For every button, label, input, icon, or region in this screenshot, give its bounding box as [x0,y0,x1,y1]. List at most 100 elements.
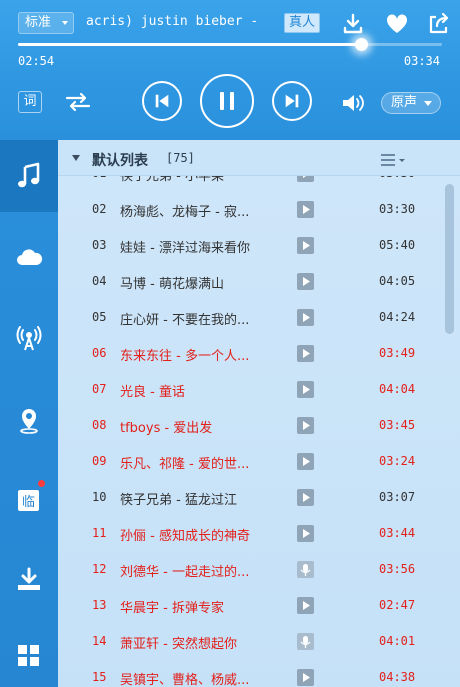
svg-text:临: 临 [22,495,35,510]
track-number: 13 [92,598,107,612]
sidebar-item-radio[interactable] [0,302,58,374]
track-number: 07 [92,382,107,396]
time-total: 03:34 [403,54,440,68]
chevron-down-icon [424,101,432,106]
mv-icon[interactable] [297,237,314,254]
track-duration: 03:44 [379,526,416,540]
music-icon [18,162,40,188]
sidebar-item-temp-list[interactable]: 临 [0,464,58,536]
sidebar-item-music[interactable] [0,140,58,212]
track-title: 光良 - 童话 [120,385,185,400]
mv-icon[interactable] [297,381,314,398]
track-title: 华晨宇 - 拆弹专家 [120,601,224,616]
mv-icon[interactable] [297,417,314,434]
track-duration: 04:38 [379,670,416,684]
mv-icon[interactable] [297,453,314,470]
progress-handle[interactable] [355,38,369,51]
progress-fill [18,43,362,46]
playlist-row[interactable]: 03 娃娃 - 漂洋过海来看你 05:40 [58,228,438,264]
track-duration: 03:07 [379,490,416,504]
track-title: 乐凡、祁隆 - 爱的世... [120,457,250,472]
track-number: 06 [92,346,107,360]
audio-icon[interactable] [297,561,314,578]
quality-dropdown[interactable]: 标准 [18,12,74,34]
track-title: 杨海彪、龙梅子 - 寂... [120,205,250,220]
next-icon [285,94,299,108]
sidebar-item-location[interactable] [0,384,58,456]
track-number: 08 [92,418,107,432]
track-duration: 05:40 [379,238,416,252]
track-duration: 04:05 [379,274,416,288]
next-button[interactable] [272,81,312,121]
progress-bar[interactable] [18,38,442,51]
sidebar-item-apps[interactable] [0,620,58,687]
track-title: 孙俪 - 感知成长的神奇 [120,529,250,544]
playlist-rows: 01 筷子兄弟 - 小苹果 03:30 02 杨海彪、龙梅子 - 寂... 03:30 03… [58,176,438,687]
playlist-row[interactable]: 02 杨海彪、龙梅子 - 寂... 03:30 [58,192,438,228]
playlist-row[interactable]: 01 筷子兄弟 - 小苹果 03:30 [58,176,438,192]
playlist-row[interactable]: 07 光良 - 童话 04:04 [58,372,438,408]
playlist-row[interactable]: 10 筷子兄弟 - 猛龙过江 03:07 [58,480,438,516]
playlist-header[interactable]: 默认列表 [75] [58,140,460,176]
shuffle-icon[interactable] [64,90,92,114]
chevron-down-icon [62,21,68,25]
collapse-caret-icon[interactable] [72,155,80,161]
mv-icon[interactable] [297,273,314,290]
scrollbar-thumb[interactable] [445,184,454,334]
mv-icon[interactable] [297,309,314,326]
real-vocal-badge[interactable]: 真人 [284,13,320,33]
playlist-row[interactable]: 13 华晨宇 - 拆弹专家 02:47 [58,588,438,624]
cloud-icon [17,249,43,265]
track-number: 05 [92,310,107,324]
track-number: 02 [92,202,107,216]
track-duration: 04:01 [379,634,416,648]
now-playing-title: acris) justin bieber - [86,14,259,29]
list-menu-icon[interactable] [380,152,406,166]
play-pause-button[interactable] [200,74,254,128]
track-number: 10 [92,490,107,504]
track-title: 筷子兄弟 - 猛龙过江 [120,493,237,508]
share-icon[interactable] [426,11,452,37]
sidebar-item-download[interactable] [0,544,58,616]
volume-icon[interactable] [340,91,368,115]
playlist-row[interactable]: 04 马博 - 萌花爆满山 04:05 [58,264,438,300]
mv-icon[interactable] [297,176,314,182]
playlist-row[interactable]: 11 孙俪 - 感知成长的神奇 03:44 [58,516,438,552]
heart-icon[interactable] [384,11,410,37]
playlist-row[interactable]: 06 东来东往 - 多一个人... 03:49 [58,336,438,372]
playlist-title: 默认列表 [92,153,148,169]
track-title: tfboys - 爱出发 [120,421,213,436]
playlist-row[interactable]: 15 吴镇宇、曹格、杨威... 04:38 [58,660,438,687]
lyrics-button[interactable]: 词 [18,91,42,113]
track-number: 01 [92,176,114,180]
prev-icon [155,94,169,108]
download-icon[interactable] [340,11,366,37]
mv-icon[interactable] [297,525,314,542]
track-duration: 03:49 [379,346,416,360]
prev-button[interactable] [142,81,182,121]
mv-icon[interactable] [297,489,314,506]
track-number: 15 [92,670,107,684]
radio-icon [16,326,42,351]
playlist-row[interactable]: 05 庄心妍 - 不要在我的... 04:24 [58,300,438,336]
quality-label: 标准 [25,15,52,30]
playlist-row[interactable]: 08 tfboys - 爱出发 03:45 [58,408,438,444]
mv-icon[interactable] [297,201,314,218]
playlist-row[interactable]: 14 萧亚轩 - 突然想起你 04:01 [58,624,438,660]
scrollbar[interactable] [438,176,460,687]
audio-icon[interactable] [297,633,314,650]
sidebar-item-cloud[interactable] [0,222,58,294]
track-title: 东来东往 - 多一个人... [120,349,250,364]
temp-list-icon: 临 [18,490,39,511]
mv-icon[interactable] [297,597,314,614]
playlist-row[interactable]: 12 刘德华 - 一起走过的... 03:56 [58,552,438,588]
playlist-count: [75] [166,151,195,165]
mv-icon[interactable] [297,345,314,362]
track-duration: 04:24 [379,310,416,324]
playlist-row[interactable]: 09 乐凡、祁隆 - 爱的世... 03:24 [58,444,438,480]
location-icon [20,409,38,434]
track-title: 萧亚轩 - 突然想起你 [120,637,237,652]
mv-icon[interactable] [297,669,314,686]
vocal-mode-dropdown[interactable]: 原声 [381,92,441,114]
track-number: 04 [92,274,107,288]
